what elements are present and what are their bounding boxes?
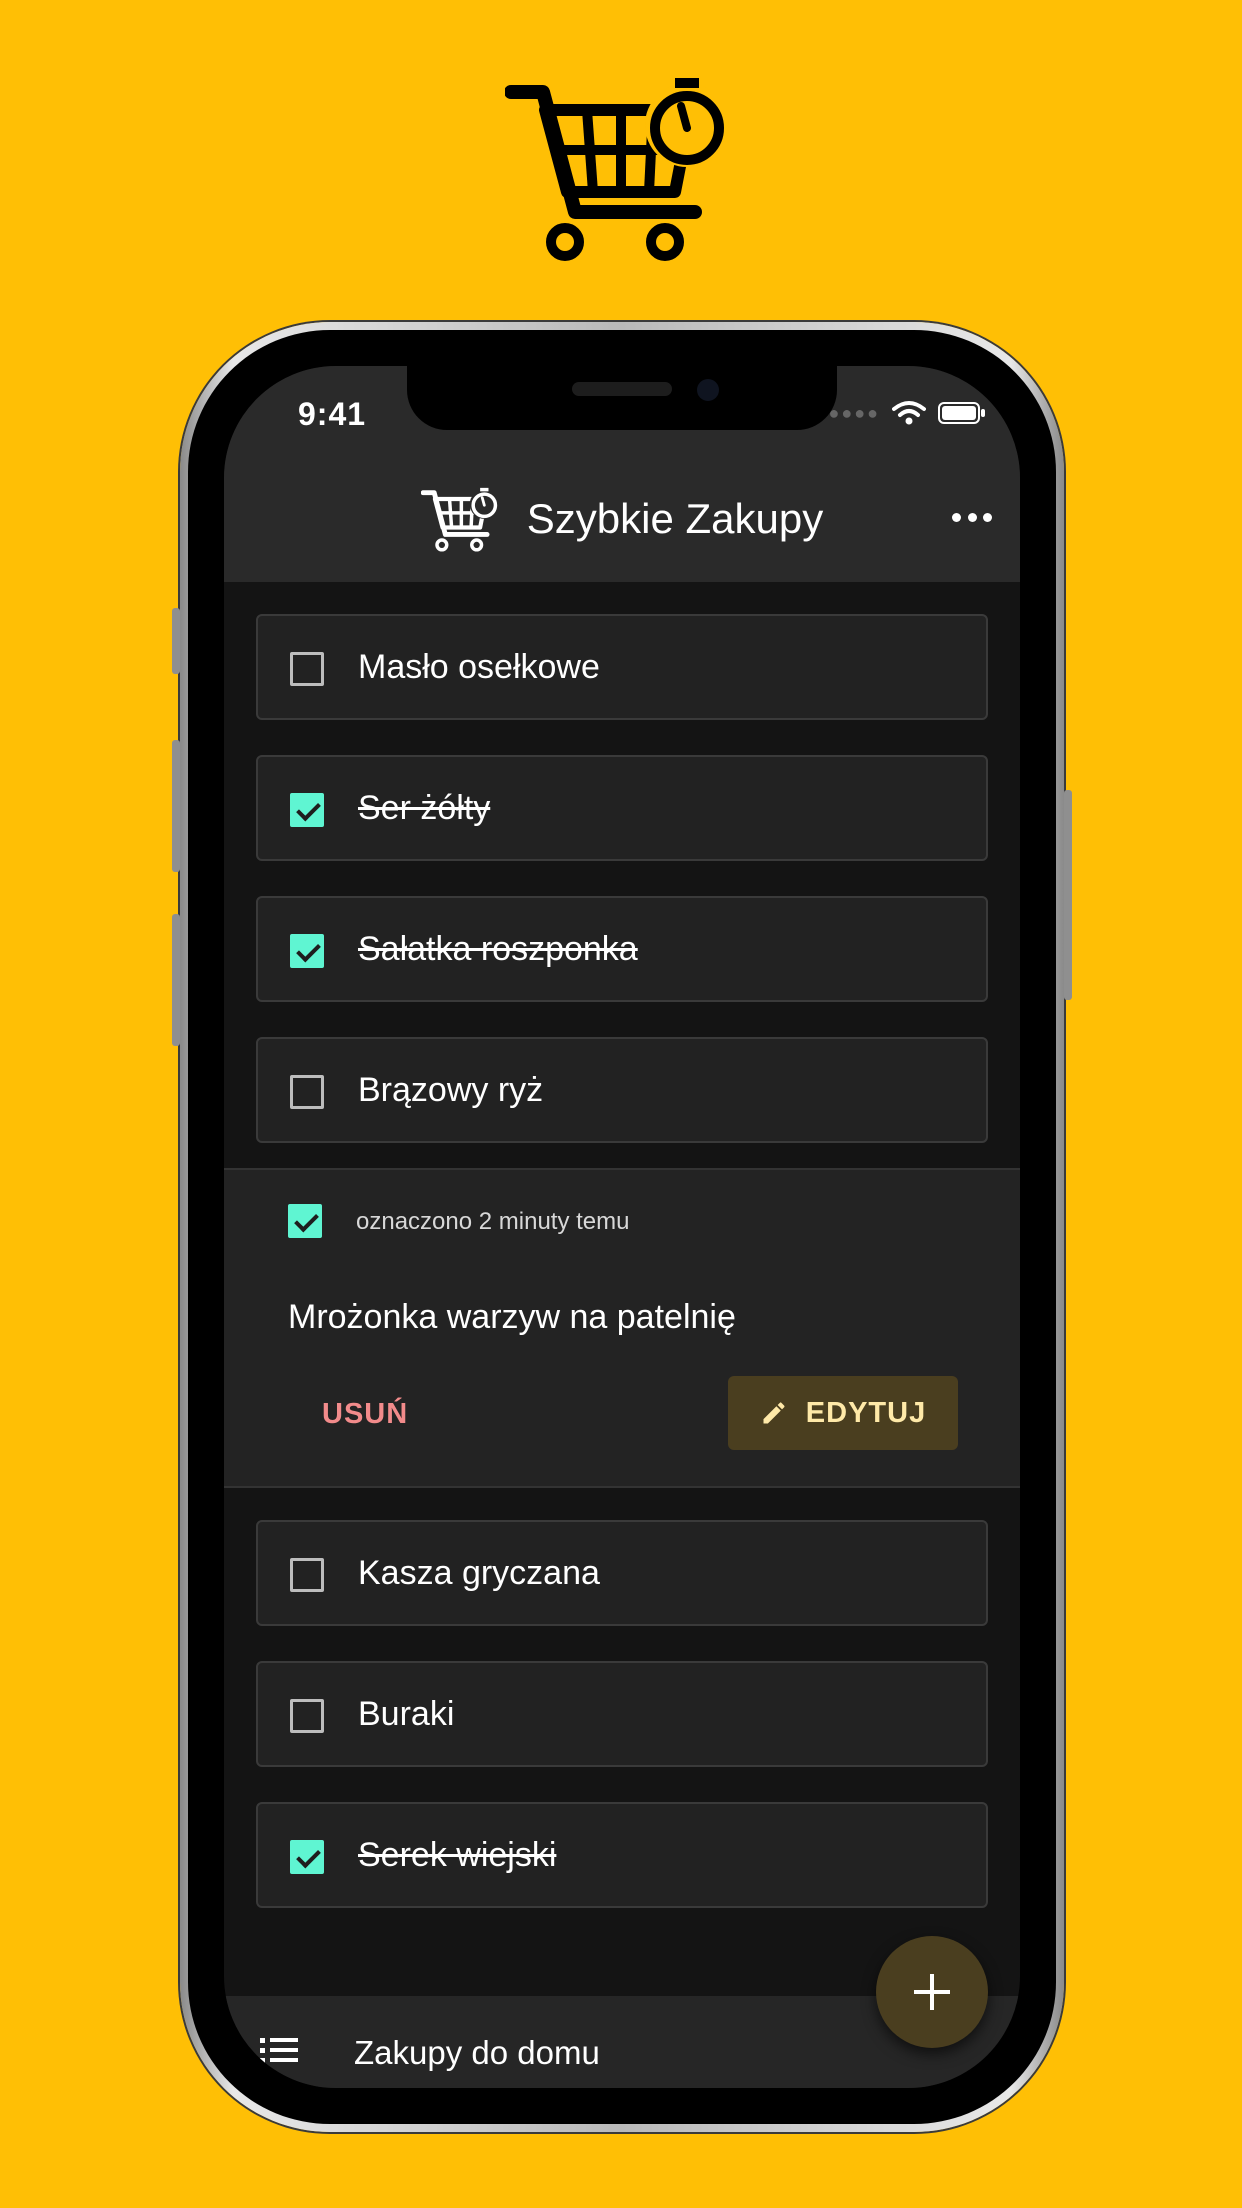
more-options-icon[interactable] (952, 502, 992, 532)
item-label: Serek wiejski (358, 1836, 557, 1874)
phone-power-button (1064, 790, 1072, 1000)
front-camera (697, 379, 719, 401)
item-checkbox[interactable] (290, 793, 324, 827)
app-screen: 9:41 ●●●● Szybkie Zakupy Masło osełkowe … (224, 366, 1020, 2088)
edit-button[interactable]: EDYTUJ (728, 1376, 958, 1450)
phone-volume-down (172, 914, 180, 1046)
item-label: Buraki (358, 1695, 455, 1733)
phone-volume-up (172, 740, 180, 872)
expanded-item-checkbox[interactable] (288, 1204, 322, 1238)
app-bar: Szybkie Zakupy (224, 456, 1020, 582)
checked-time-label: oznaczono 2 minuty temu (356, 1208, 630, 1235)
phone-silent-switch (172, 608, 180, 674)
item-label: Ser żółty (358, 789, 491, 827)
item-checkbox[interactable] (290, 1699, 324, 1733)
app-title: Szybkie Zakupy (526, 495, 824, 542)
list-item[interactable]: Serek wiejski (256, 1802, 988, 1908)
item-label: Kasza gryczana (358, 1554, 600, 1592)
status-icons: ●●●● (829, 400, 987, 426)
list-item[interactable]: Kasza gryczana (256, 1520, 988, 1626)
phone-frame: 9:41 ●●●● Szybkie Zakupy Masło osełkowe … (172, 322, 1072, 2132)
phone-bezel: 9:41 ●●●● Szybkie Zakupy Masło osełkowe … (188, 330, 1056, 2124)
status-time: 9:41 (298, 396, 367, 432)
pencil-icon (763, 1402, 785, 1424)
list-item[interactable]: Sałatka roszponka (256, 896, 988, 1002)
wifi-icon (892, 401, 926, 425)
item-label: Sałatka roszponka (358, 930, 638, 968)
item-checkbox[interactable] (290, 934, 324, 968)
cart-stopwatch-logo-icon (505, 78, 729, 261)
item-label: Brązowy ryż (358, 1071, 544, 1109)
list-item[interactable]: Masło osełkowe (256, 614, 988, 720)
list-item[interactable]: Brązowy ryż (256, 1037, 988, 1143)
add-item-button[interactable] (876, 1936, 988, 2048)
item-checkbox[interactable] (290, 1075, 324, 1109)
list-icon[interactable] (260, 2036, 300, 2066)
cart-stopwatch-icon (420, 487, 499, 552)
list-item[interactable]: Ser żółty (256, 755, 988, 861)
expanded-list-item: oznaczono 2 minuty temu Mrożonka warzyw … (224, 1168, 1020, 1488)
edit-button-label: EDYTUJ (805, 1396, 927, 1429)
delete-button[interactable]: USUŃ (322, 1398, 408, 1431)
current-list-name: Zakupy do domu (354, 2034, 600, 2071)
expanded-item-name: Mrożonka warzyw na patelnię (288, 1298, 736, 1336)
speaker (572, 382, 672, 396)
item-checkbox[interactable] (290, 652, 324, 686)
item-checkbox[interactable] (290, 1558, 324, 1592)
battery-icon (938, 402, 985, 424)
item-label: Masło osełkowe (358, 648, 600, 686)
notch (407, 366, 837, 430)
signal-icon: ●●●● (828, 402, 880, 423)
list-item[interactable]: Buraki (256, 1661, 988, 1767)
item-checkbox[interactable] (290, 1840, 324, 1874)
